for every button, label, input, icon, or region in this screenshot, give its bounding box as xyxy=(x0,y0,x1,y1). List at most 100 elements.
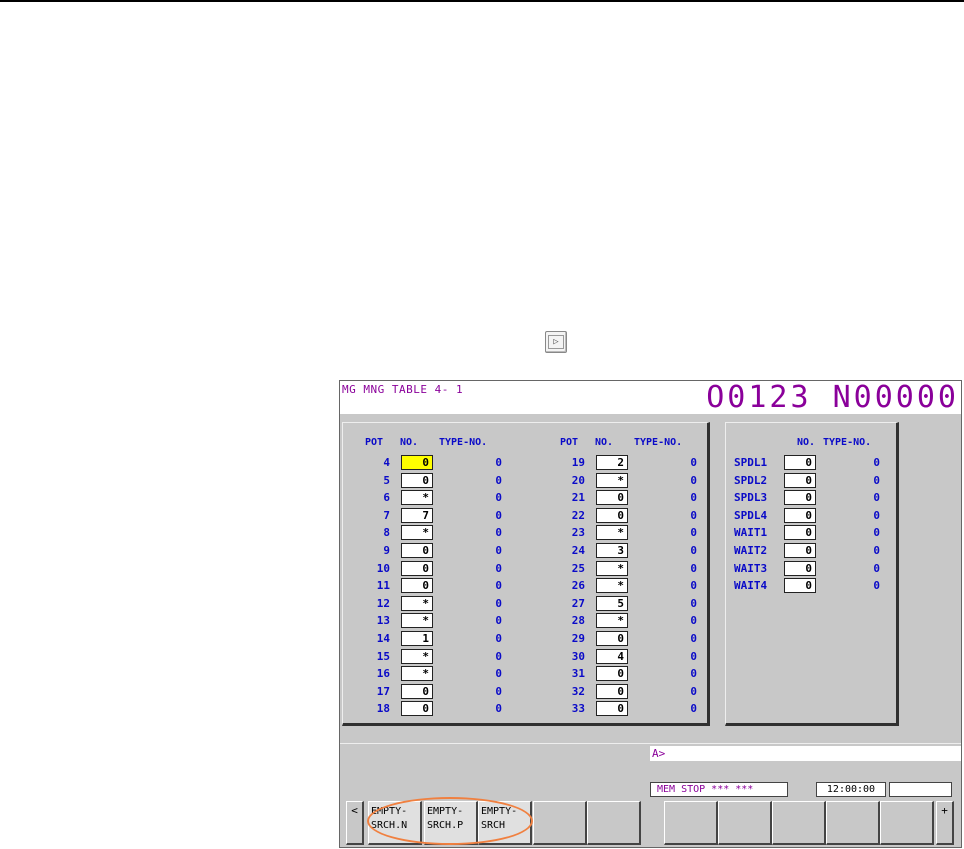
type-number: 0 xyxy=(495,649,502,663)
pot-number: 14 xyxy=(376,632,390,645)
tool-number-field[interactable]: 0 xyxy=(401,683,433,699)
tool-number-field[interactable]: 0 xyxy=(596,666,628,682)
softkey-4[interactable] xyxy=(533,801,587,845)
type-number: 0 xyxy=(495,702,502,716)
spindle-tool-field[interactable]: 0 xyxy=(784,472,816,488)
tool-number-field[interactable]: 0 xyxy=(401,543,433,558)
pot-number: 26 xyxy=(571,579,585,593)
spindle-tool-field[interactable]: 0 xyxy=(784,578,816,594)
type-number: 0 xyxy=(690,544,697,557)
tool-number-field[interactable]: * xyxy=(401,613,433,629)
tool-number-field[interactable]: 5 xyxy=(596,595,628,611)
tool-number-field[interactable]: * xyxy=(596,472,628,488)
type-number: 0 xyxy=(690,667,697,681)
highlight-oval xyxy=(367,797,533,845)
tool-number-field[interactable]: 0 xyxy=(596,490,628,506)
tool-number-field[interactable]: 3 xyxy=(596,543,628,558)
type-number: 0 xyxy=(690,596,697,610)
pot-number: 12 xyxy=(376,596,390,610)
tool-number-field[interactable]: * xyxy=(401,595,433,611)
type-number: 0 xyxy=(690,579,697,593)
type-number: 0 xyxy=(495,632,502,645)
tool-number-field[interactable]: * xyxy=(596,613,628,629)
tool-number-field[interactable]: * xyxy=(596,578,628,594)
tool-number-field[interactable]: 1 xyxy=(401,631,433,646)
tool-number-field[interactable]: * xyxy=(596,525,628,541)
type-number: 0 xyxy=(690,491,697,505)
tool-number-field[interactable]: 2 xyxy=(596,455,628,470)
tool-number-field[interactable]: * xyxy=(401,648,433,664)
tool-number-field[interactable]: * xyxy=(401,666,433,682)
tool-number-field[interactable]: 7 xyxy=(401,507,433,523)
column-header-no: NO. xyxy=(797,437,816,448)
screen-title: MG MNG TABLE 4- 1 xyxy=(342,383,464,396)
tool-number-field[interactable]: 0 xyxy=(401,578,433,594)
type-number: 0 xyxy=(690,649,697,663)
spindle-tool-field[interactable]: 0 xyxy=(784,560,816,576)
tool-number-field[interactable]: 0 xyxy=(596,507,628,523)
pot-number: 6 xyxy=(383,491,390,505)
pot-number: 7 xyxy=(383,508,390,522)
softkey-10[interactable] xyxy=(880,801,934,845)
softkey-next[interactable]: + xyxy=(936,801,954,845)
title-bar: MG MNG TABLE 4- 1 O0123 N00000 xyxy=(340,381,961,414)
pot-number: 16 xyxy=(376,667,390,681)
pot-number: 15 xyxy=(376,649,390,663)
spindle-type-number: 0 xyxy=(873,526,880,540)
type-number: 0 xyxy=(690,614,697,628)
tool-number-field[interactable]: * xyxy=(401,490,433,506)
tool-number-field[interactable]: 0 xyxy=(401,472,433,488)
spindle-type-number: 0 xyxy=(873,456,880,469)
tool-number-field[interactable]: 0 xyxy=(401,560,433,576)
type-number: 0 xyxy=(690,508,697,522)
key-input-line[interactable]: A> xyxy=(650,746,961,761)
type-number: 0 xyxy=(495,561,502,575)
pot-number: 9 xyxy=(383,544,390,557)
triangle-right-icon: ▷ xyxy=(548,335,564,349)
pot-number: 32 xyxy=(571,684,585,698)
pot-table-panel: POT NO. TYPE-NO. POT NO. TYPE-NO. 4 0 0 5 0 0 6 * 0 7 7 0… xyxy=(342,422,710,726)
next-page-key-icon[interactable]: ▷ xyxy=(545,331,567,353)
type-number: 0 xyxy=(495,491,502,505)
tool-number-field[interactable]: * xyxy=(596,560,628,576)
pot-number: 20 xyxy=(571,473,585,487)
type-number: 0 xyxy=(690,456,697,469)
pot-number: 30 xyxy=(571,649,585,663)
column-header-pot: POT xyxy=(560,437,579,448)
softkey-prev[interactable]: < xyxy=(346,801,364,845)
type-number: 0 xyxy=(690,702,697,716)
softkey-6[interactable] xyxy=(664,801,718,845)
spindle-type-number: 0 xyxy=(873,491,880,505)
softkey-9[interactable] xyxy=(826,801,880,845)
spindle-label: SPDL4 xyxy=(734,508,768,522)
type-number: 0 xyxy=(495,596,502,610)
type-number: 0 xyxy=(495,667,502,681)
tool-number-field[interactable]: * xyxy=(401,525,433,541)
softkey-7[interactable] xyxy=(718,801,772,845)
tool-number-field[interactable]: 0 xyxy=(401,455,433,470)
tool-number-field[interactable]: 0 xyxy=(596,631,628,646)
type-number: 0 xyxy=(495,684,502,698)
tool-number-field[interactable]: 4 xyxy=(596,648,628,664)
column-header-type: TYPE-NO. xyxy=(439,437,488,448)
spindle-label: SPDL1 xyxy=(734,456,768,469)
tool-number-field[interactable]: 0 xyxy=(401,701,433,717)
spindle-tool-field[interactable]: 0 xyxy=(784,525,816,541)
softkey-5[interactable] xyxy=(587,801,641,845)
spindle-label: SPDL3 xyxy=(734,491,768,505)
pot-number: 29 xyxy=(571,632,585,645)
tool-number-field[interactable]: 0 xyxy=(596,701,628,717)
spindle-tool-field[interactable]: 0 xyxy=(784,490,816,506)
spindle-type-number: 0 xyxy=(873,473,880,487)
pot-number: 23 xyxy=(571,526,585,540)
column-header-pot: POT xyxy=(365,437,384,448)
spindle-tool-field[interactable]: 0 xyxy=(784,543,816,558)
spindle-tool-field[interactable]: 0 xyxy=(784,507,816,523)
status-mode: MEM STOP *** *** xyxy=(650,782,788,797)
type-number: 0 xyxy=(495,544,502,557)
tool-number-field[interactable]: 0 xyxy=(596,683,628,699)
type-number: 0 xyxy=(495,508,502,522)
type-number: 0 xyxy=(690,526,697,540)
spindle-tool-field[interactable]: 0 xyxy=(784,455,816,470)
softkey-8[interactable] xyxy=(772,801,826,845)
